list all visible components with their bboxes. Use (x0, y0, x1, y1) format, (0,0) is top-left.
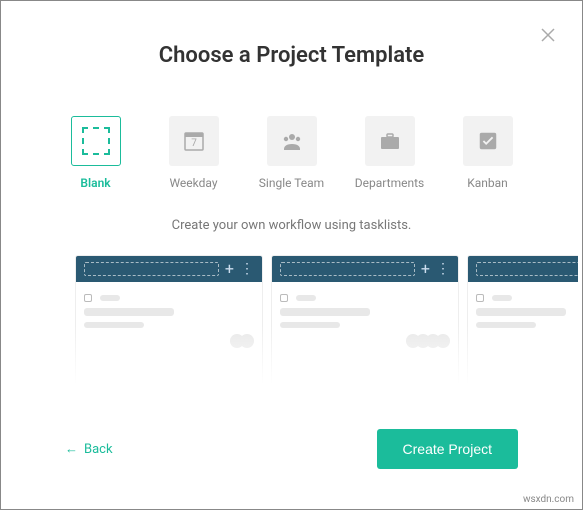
preview-list-card: + ⋮ (271, 255, 459, 385)
template-option-weekday[interactable]: 7 Weekday (159, 116, 229, 190)
back-label: Back (84, 442, 113, 457)
modal-footer: ← Back Create Project (5, 429, 578, 505)
create-project-button[interactable]: Create Project (377, 429, 518, 469)
watermark: wsxdn.com (523, 494, 574, 505)
checkbox-icon (463, 116, 513, 166)
plus-icon: + (225, 261, 234, 277)
preview-list-card: + ⋮ (75, 255, 263, 385)
preview-list-card (467, 255, 578, 385)
more-icon: ⋮ (240, 262, 254, 276)
more-icon: ⋮ (436, 262, 450, 276)
template-label: Kanban (467, 176, 508, 190)
arrow-left-icon: ← (65, 441, 78, 457)
svg-text:7: 7 (191, 138, 197, 149)
briefcase-icon (365, 116, 415, 166)
template-preview: + ⋮ + ⋮ (5, 255, 578, 385)
template-label: Single Team (259, 176, 324, 190)
template-option-blank[interactable]: Blank (61, 116, 131, 190)
plus-icon: + (421, 261, 430, 277)
template-label: Weekday (169, 176, 217, 190)
template-option-kanban[interactable]: Kanban (453, 116, 523, 190)
modal-title: Choose a Project Template (5, 43, 578, 68)
back-button[interactable]: ← Back (65, 441, 113, 457)
template-option-single-team[interactable]: Single Team (257, 116, 327, 190)
template-description: Create your own workflow using tasklists… (5, 218, 578, 233)
template-list: Blank 7 Weekday Single Team Departments … (5, 116, 578, 190)
template-label: Departments (355, 176, 424, 190)
template-label: Blank (80, 176, 110, 190)
team-icon (267, 116, 317, 166)
calendar-icon: 7 (169, 116, 219, 166)
close-icon[interactable] (540, 27, 556, 43)
blank-icon (71, 116, 121, 166)
template-option-departments[interactable]: Departments (355, 116, 425, 190)
template-modal: Choose a Project Template Blank 7 Weekda… (5, 5, 578, 505)
